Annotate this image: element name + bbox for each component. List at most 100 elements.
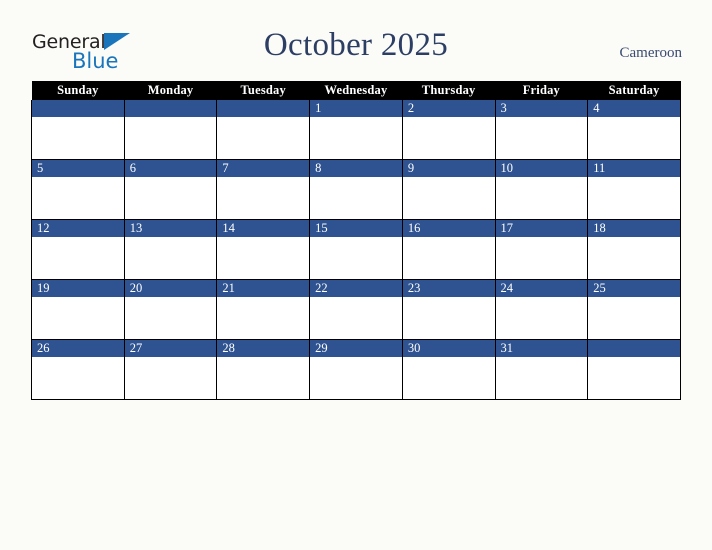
calendar-day-cell[interactable]: 13: [123, 219, 218, 280]
calendar-day-cell[interactable]: 21: [216, 279, 311, 340]
day-number: 11: [588, 160, 680, 177]
calendar-day-cell[interactable]: 20: [123, 279, 218, 340]
calendar-day-cell[interactable]: 18: [587, 219, 681, 280]
day-notes-area[interactable]: [402, 237, 495, 279]
calendar-day-cell[interactable]: 7: [216, 159, 311, 220]
calendar-day-cell[interactable]: [216, 100, 311, 160]
calendar-day-cell[interactable]: 30: [401, 339, 496, 400]
day-number: [124, 100, 217, 117]
weekday-header-thursday: Thursday: [402, 81, 496, 100]
day-number: 7: [217, 160, 310, 177]
day-number: 2: [402, 100, 495, 117]
day-notes-area[interactable]: [32, 357, 124, 399]
day-notes-area[interactable]: [495, 177, 588, 219]
calendar-day-cell[interactable]: 24: [494, 279, 589, 340]
calendar-week-row: 19 20 21 22 23 24 25: [31, 279, 681, 340]
calendar-day-cell[interactable]: 27: [123, 339, 218, 400]
calendar-page: General Blue October 2025 Cameroon Sunda…: [0, 0, 712, 550]
day-number: 12: [32, 220, 124, 237]
weekday-header-tuesday: Tuesday: [216, 81, 310, 100]
calendar-day-cell[interactable]: 17: [494, 219, 589, 280]
day-number: 30: [402, 340, 495, 357]
day-notes-area[interactable]: [217, 117, 310, 159]
day-notes-area[interactable]: [588, 117, 680, 159]
day-notes-area[interactable]: [310, 357, 402, 399]
calendar-day-cell[interactable]: [123, 100, 218, 160]
calendar-day-cell[interactable]: 3: [494, 100, 589, 160]
calendar-day-cell[interactable]: 31: [494, 339, 589, 400]
calendar-day-cell[interactable]: 22: [309, 279, 403, 340]
day-notes-area[interactable]: [310, 297, 402, 339]
day-notes-area[interactable]: [32, 177, 124, 219]
day-notes-area[interactable]: [495, 297, 588, 339]
day-number: [588, 340, 680, 357]
day-notes-area[interactable]: [588, 357, 680, 399]
day-notes-area[interactable]: [124, 297, 217, 339]
calendar-day-cell[interactable]: 10: [494, 159, 589, 220]
day-notes-area[interactable]: [588, 237, 680, 279]
weekday-header-wednesday: Wednesday: [309, 81, 403, 100]
calendar-week-row: 5 6 7 8 9 10 11: [31, 159, 681, 220]
calendar-day-cell[interactable]: 14: [216, 219, 311, 280]
day-notes-area[interactable]: [310, 177, 402, 219]
day-number: 19: [32, 280, 124, 297]
day-notes-area[interactable]: [402, 297, 495, 339]
day-number: 21: [217, 280, 310, 297]
day-notes-area[interactable]: [402, 117, 495, 159]
day-notes-area[interactable]: [217, 177, 310, 219]
calendar-day-cell[interactable]: 23: [401, 279, 496, 340]
day-number: 27: [124, 340, 217, 357]
calendar-day-cell[interactable]: 26: [31, 339, 125, 400]
calendar-day-cell[interactable]: 9: [401, 159, 496, 220]
day-notes-area[interactable]: [495, 117, 588, 159]
day-notes-area[interactable]: [217, 357, 310, 399]
day-notes-area[interactable]: [124, 357, 217, 399]
day-notes-area[interactable]: [588, 297, 680, 339]
day-notes-area[interactable]: [310, 117, 402, 159]
day-number: 1: [310, 100, 402, 117]
calendar-day-cell[interactable]: 15: [309, 219, 403, 280]
day-number: 5: [32, 160, 124, 177]
calendar-day-cell[interactable]: 6: [123, 159, 218, 220]
day-number: 13: [124, 220, 217, 237]
calendar-day-cell[interactable]: 28: [216, 339, 311, 400]
weekday-header-friday: Friday: [495, 81, 588, 100]
calendar-day-cell[interactable]: 16: [401, 219, 496, 280]
calendar-day-cell[interactable]: [31, 100, 125, 160]
day-notes-area[interactable]: [402, 177, 495, 219]
calendar-day-cell[interactable]: 11: [587, 159, 681, 220]
day-notes-area[interactable]: [124, 237, 217, 279]
calendar-day-cell[interactable]: 29: [309, 339, 403, 400]
day-notes-area[interactable]: [32, 297, 124, 339]
calendar-day-cell[interactable]: 4: [587, 100, 681, 160]
page-title: October 2025: [263, 27, 449, 63]
calendar-day-cell[interactable]: 12: [31, 219, 125, 280]
day-notes-area[interactable]: [495, 357, 588, 399]
calendar-day-cell[interactable]: [587, 339, 681, 400]
weekday-header-monday: Monday: [124, 81, 217, 100]
day-notes-area[interactable]: [124, 177, 217, 219]
day-number: 14: [217, 220, 310, 237]
day-notes-area[interactable]: [32, 117, 124, 159]
day-notes-area[interactable]: [217, 297, 310, 339]
day-notes-area[interactable]: [402, 357, 495, 399]
calendar-grid: Sunday Monday Tuesday Wednesday Thursday…: [31, 81, 681, 400]
day-number: 18: [588, 220, 680, 237]
day-notes-area[interactable]: [124, 117, 217, 159]
day-notes-area[interactable]: [217, 237, 310, 279]
day-number: 24: [495, 280, 588, 297]
day-number: 28: [217, 340, 310, 357]
day-notes-area[interactable]: [495, 237, 588, 279]
day-notes-area[interactable]: [588, 177, 680, 219]
day-number: 25: [588, 280, 680, 297]
calendar-day-cell[interactable]: 2: [401, 100, 496, 160]
calendar-day-cell[interactable]: 8: [309, 159, 403, 220]
day-number: 15: [310, 220, 402, 237]
calendar-day-cell[interactable]: 25: [587, 279, 681, 340]
day-notes-area[interactable]: [32, 237, 124, 279]
calendar-day-cell[interactable]: 19: [31, 279, 125, 340]
calendar-day-cell[interactable]: 5: [31, 159, 125, 220]
calendar-day-cell[interactable]: 1: [309, 100, 403, 160]
day-number: 23: [402, 280, 495, 297]
day-notes-area[interactable]: [310, 237, 402, 279]
